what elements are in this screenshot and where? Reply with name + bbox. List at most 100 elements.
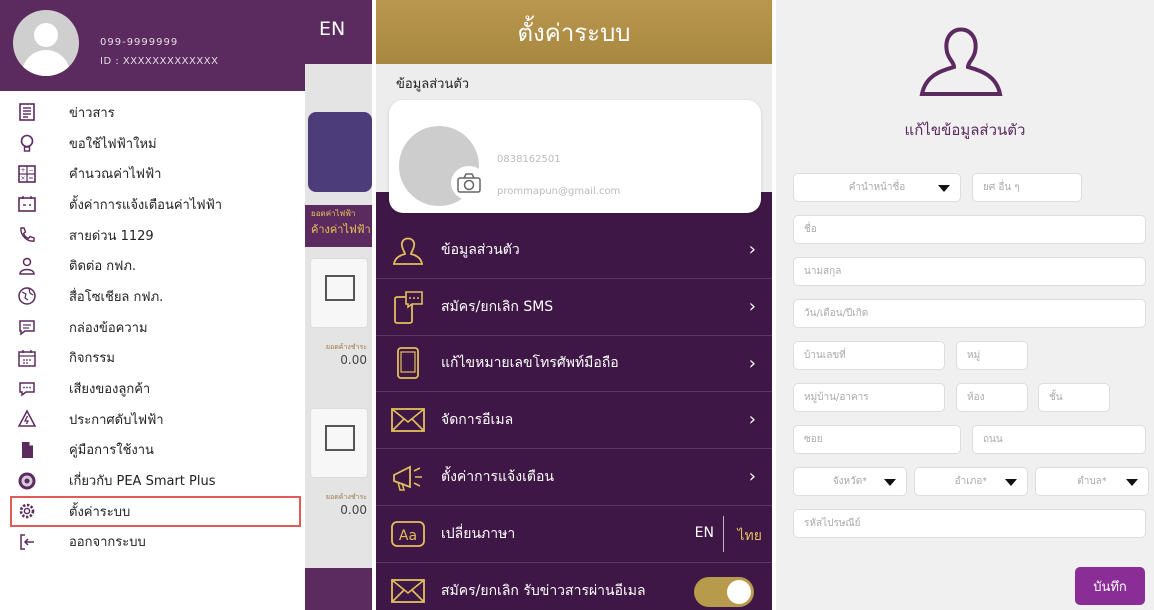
settings-item-sms[interactable]: สมัคร/ยกเลิก SMS ›: [376, 279, 772, 336]
prefix-select[interactable]: คำนำหน้าชื่อ: [793, 173, 961, 202]
profile-phone: 0838162501: [497, 154, 561, 165]
last-name-field[interactable]: นามสกุล: [793, 257, 1146, 286]
svg-text:−: −: [28, 167, 33, 174]
menu-item-hotline[interactable]: สายด่วน 1129: [0, 220, 305, 251]
menu-item-new-service[interactable]: ขอใช้ไฟฟ้าใหม่: [0, 128, 305, 159]
menu-item-contact[interactable]: ติดต่อ กฟภ.: [0, 250, 305, 281]
language-option-th[interactable]: ไทย: [738, 525, 762, 547]
language-toggle[interactable]: EN: [319, 18, 345, 40]
menu-item-label: กิจกรรม: [69, 351, 115, 367]
chevron-down-icon: [1005, 479, 1017, 486]
chevron-right-icon: ›: [748, 409, 756, 431]
drawer-header: 099-9999999 ID : XXXXXXXXXXXXX: [0, 0, 305, 91]
side-drawer: 099-9999999 ID : XXXXXXXXXXXXX ข่าวสาร ข…: [0, 0, 305, 610]
news-icon: [16, 101, 38, 123]
manual-icon: [16, 439, 38, 461]
menu-item-label: เสียงของลูกค้า: [69, 382, 151, 398]
village-field[interactable]: หมู่บ้าน/อาคาร: [793, 383, 945, 412]
menu-item-about[interactable]: เกี่ยวกับ PEA Smart Plus: [0, 465, 305, 496]
settings-list: ข้อมูลส่วนตัว › สมัคร/ยกเลิก SMS › แก้ไข…: [376, 222, 772, 610]
settings-item-profile[interactable]: ข้อมูลส่วนตัว ›: [376, 222, 772, 279]
settings-item-email[interactable]: จัดการอีเมล ›: [376, 392, 772, 450]
globe-icon: [16, 285, 38, 307]
logout-icon: [16, 531, 38, 553]
menu-item-social[interactable]: สื่อโซเชียล กฟภ.: [0, 281, 305, 312]
prefix-select-value: คำนำหน้าชื่อ: [848, 182, 906, 193]
menu-item-outage[interactable]: ประกาศดับไฟฟ้า: [0, 404, 305, 435]
rank-field[interactable]: ยศ อื่น ๆ: [972, 173, 1082, 202]
first-name-field[interactable]: ชื่อ: [793, 215, 1146, 244]
birth-date-field[interactable]: วัน/เดือน/ปีเกิด: [793, 299, 1146, 328]
house-no-field[interactable]: บ้านเลขที่: [793, 341, 945, 370]
settings-item-mobile[interactable]: แก้ไขหมายเลขโทรศัพท์มือถือ ›: [376, 336, 772, 393]
megaphone-icon: [389, 458, 427, 496]
menu-item-calculator[interactable]: + − × = คำนวณค่าไฟฟ้า: [0, 158, 305, 189]
settings-item-label: จัดการอีเมล: [441, 412, 514, 429]
chevron-right-icon: ›: [748, 466, 756, 488]
avatar[interactable]: [13, 10, 79, 76]
settings-item-label: ข้อมูลส่วนตัว: [441, 241, 520, 258]
menu-item-activities[interactable]: กิจกรรม: [0, 343, 305, 374]
camera-icon[interactable]: [451, 166, 487, 200]
home-tab[interactable]: [305, 568, 372, 610]
newsletter-toggle[interactable]: [694, 576, 754, 607]
background-strip: ยอดค่าไฟฟ้า ค้างค่าไฟฟ้า: [305, 205, 372, 247]
svg-text:×: ×: [20, 175, 25, 182]
amount-value: 0.00: [340, 503, 367, 517]
save-button[interactable]: บันทึก: [1075, 567, 1145, 605]
menu-item-label: คู่มือการใช้งาน: [69, 443, 154, 459]
district-select-value: อำเภอ*: [954, 476, 988, 487]
menu-item-label: สายด่วน 1129: [69, 228, 154, 244]
province-select[interactable]: จังหวัด*: [793, 467, 907, 496]
calendar-icon: [16, 347, 38, 369]
menu-item-news[interactable]: ข่าวสาร: [0, 97, 305, 128]
pea-logo-icon: [16, 470, 38, 492]
profile-card: 0838162501 prommapun@gmail.com: [389, 100, 761, 213]
moo-field[interactable]: หมู่: [956, 341, 1028, 370]
road-field[interactable]: ถนน: [972, 425, 1146, 454]
lightbulb-icon: [16, 132, 38, 154]
soi-field[interactable]: ซอย: [793, 425, 961, 454]
chat-icon: [16, 378, 38, 400]
menu-item-settings[interactable]: ตั้งค่าระบบ: [10, 495, 301, 527]
chevron-down-icon: [938, 185, 950, 192]
language-icon: Aa: [389, 515, 427, 553]
settings-item-language[interactable]: Aa เปลี่ยนภาษา EN ไทย: [376, 506, 772, 563]
toggle-knob: [727, 579, 751, 604]
chevron-right-icon: ›: [748, 295, 756, 317]
district-select[interactable]: อำเภอ*: [914, 467, 1028, 496]
settings-item-label: เปลี่ยนภาษา: [441, 525, 516, 542]
settings-item-newsletter[interactable]: สมัคร/ยกเลิก รับข่าวสารผ่านอีเมล: [376, 563, 772, 610]
amount-value: 0.00: [340, 353, 367, 367]
meter-card: [310, 408, 368, 478]
settings-screen: ตั้งค่าระบบ ข้อมูลส่วนตัว 0838162501 pro…: [376, 0, 772, 610]
menu-item-logout[interactable]: ออกจากระบบ: [0, 527, 305, 558]
user-icon: [916, 12, 1006, 102]
floor-field[interactable]: ชั้น: [1038, 383, 1110, 412]
subdistrict-select[interactable]: ตำบล*: [1035, 467, 1149, 496]
postcode-field[interactable]: รหัสไปรษณีย์: [793, 509, 1146, 538]
settings-item-label: แก้ไขหมายเลขโทรศัพท์มือถือ: [441, 355, 619, 372]
subdistrict-select-value: ตำบล*: [1077, 476, 1107, 487]
page-title: ตั้งค่าระบบ: [376, 0, 772, 64]
edit-profile-screen: แก้ไขข้อมูลส่วนตัว คำนำหน้าชื่อ ยศ อื่น …: [776, 0, 1154, 610]
calculator-icon: + − × =: [16, 163, 38, 185]
barcode-icon: [325, 425, 355, 451]
gear-icon: [16, 500, 38, 522]
menu-item-feedback[interactable]: เสียงของลูกค้า: [0, 373, 305, 404]
settings-item-notification[interactable]: ตั้งค่าการแจ้งเตือน ›: [376, 449, 772, 506]
menu-item-manual[interactable]: คู่มือการใช้งาน: [0, 435, 305, 466]
chevron-down-icon: [884, 479, 896, 486]
menu-item-inbox[interactable]: กล่องข้อความ: [0, 312, 305, 343]
chevron-down-icon: [1126, 479, 1138, 486]
menu-item-bill-alert[interactable]: ตั้งค่าการแจ้งเตือนค่าไฟฟ้า: [0, 189, 305, 220]
language-option-en[interactable]: EN: [695, 525, 714, 541]
room-field[interactable]: ห้อง: [956, 383, 1028, 412]
amount-label: ยอดค้างชำระ: [325, 493, 367, 501]
menu-item-label: ตั้งค่าระบบ: [69, 504, 131, 520]
background-banner: [308, 112, 372, 192]
mail-icon: [389, 401, 427, 439]
page-title: แก้ไขข้อมูลส่วนตัว: [904, 121, 1026, 139]
settings-item-label: สมัคร/ยกเลิก SMS: [441, 298, 554, 315]
mobile-icon: [389, 344, 427, 382]
